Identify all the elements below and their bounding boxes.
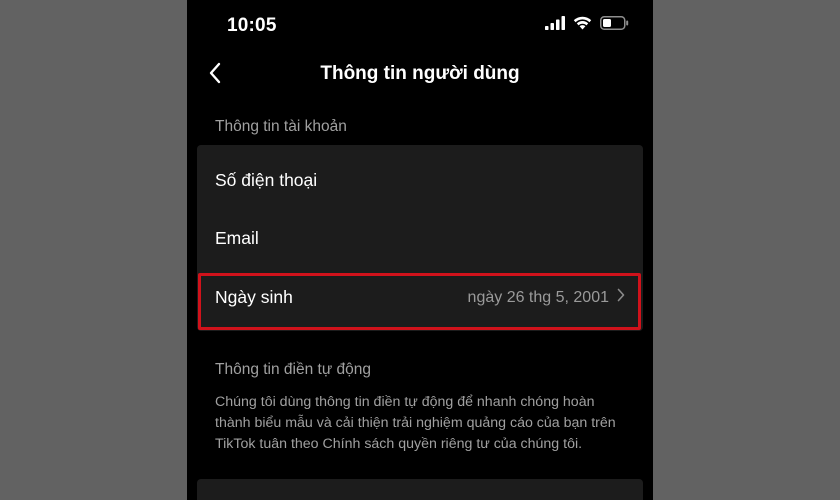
bottom-card: [197, 479, 643, 500]
privacy-policy-link[interactable]: Chính sách quyền riêng tư: [323, 436, 490, 452]
status-icons: [545, 15, 629, 35]
wifi-icon: [573, 16, 592, 35]
description-text: của chúng tôi.: [489, 436, 583, 452]
row-phone-number[interactable]: Số điện thoại: [197, 152, 643, 209]
row-birthday[interactable]: Ngày sinh ngày 26 thg 5, 2001: [197, 269, 643, 326]
status-time: 10:05: [227, 15, 277, 36]
autofill-description: Chúng tôi dùng thông tin điền tự động để…: [215, 392, 633, 455]
birthday-value: ngày 26 thg 5, 2001: [467, 288, 609, 306]
phone-screen: 10:05 Thông tin người dùng Thông tin tài…: [187, 0, 653, 500]
row-label: Số điện thoại: [215, 170, 318, 190]
account-section-label: Thông tin tài khoản: [215, 118, 347, 135]
status-bar: 10:05: [187, 0, 653, 52]
row-right: ngày 26 thg 5, 2001: [468, 288, 625, 307]
autofill-section-label: Thông tin điền tự động: [215, 361, 372, 378]
chevron-right-icon: [617, 288, 625, 307]
page-title: Thông tin người dùng: [320, 63, 520, 84]
row-label: Ngày sinh: [215, 287, 293, 307]
account-card: Số điện thoại Email Ngày sinh ngày 26 th…: [197, 145, 643, 331]
row-email[interactable]: Email: [197, 210, 643, 267]
nav-bar: Thông tin người dùng: [187, 52, 653, 98]
row-label: Email: [215, 228, 259, 248]
signal-icon: [545, 15, 565, 35]
battery-icon: [600, 15, 629, 35]
